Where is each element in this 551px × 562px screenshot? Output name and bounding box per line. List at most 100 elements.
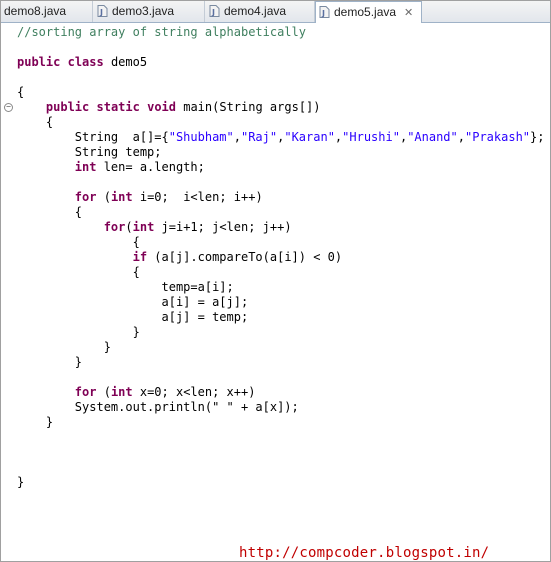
- code-token: {: [17, 85, 25, 99]
- code-keyword: int: [110, 190, 133, 204]
- code-line: a[i] = a[j];: [17, 295, 544, 310]
- tab-label: demo5.java: [334, 5, 397, 19]
- code-token: {: [17, 235, 140, 249]
- code-token: }: [17, 340, 111, 354]
- code-token: ,: [233, 130, 241, 144]
- code-line: String temp;: [17, 145, 544, 160]
- code-token: };: [530, 130, 545, 144]
- code-line: for(int j=i+1; j<len; j++): [17, 220, 544, 235]
- code-string: "Prakash": [465, 130, 531, 144]
- code-keyword: if: [132, 250, 148, 264]
- code-line: public class demo5: [17, 55, 544, 70]
- code-line: }: [17, 340, 544, 355]
- code-line: {: [17, 85, 544, 100]
- code-token: (: [96, 385, 111, 399]
- tab-demo4[interactable]: J demo4.java: [205, 1, 315, 22]
- code-keyword: static: [96, 100, 140, 114]
- code-token: i=0; i<len; i++): [132, 190, 263, 204]
- editor-gutter: −: [1, 23, 15, 561]
- tab-demo3[interactable]: J demo3.java: [93, 1, 205, 22]
- code-token: System.out.println(" " + a[x]);: [17, 400, 299, 414]
- close-icon[interactable]: ✕: [404, 3, 413, 24]
- code-token: }: [17, 355, 83, 369]
- code-keyword: public: [45, 100, 90, 114]
- code-line: {: [17, 205, 544, 220]
- code-string: "Shubham": [168, 130, 234, 144]
- code-token: {: [17, 115, 54, 129]
- code-line: for (int x=0; x<len; x++): [17, 385, 544, 400]
- svg-text:J: J: [99, 8, 103, 17]
- code-token: j=i+1; j<len; j++): [154, 220, 292, 234]
- code-line: public static void main(String args[]): [17, 100, 544, 115]
- code-keyword: void: [147, 100, 176, 114]
- code-line: {: [17, 115, 544, 130]
- code-token: }: [17, 415, 54, 429]
- svg-text:J: J: [211, 8, 215, 17]
- code-token: }: [17, 325, 140, 339]
- code-keyword: public: [17, 55, 61, 69]
- code-keyword: int: [74, 160, 97, 174]
- code-token: (: [125, 220, 133, 234]
- java-file-icon: J: [97, 3, 108, 17]
- code-token: {: [17, 265, 140, 279]
- code-line: {: [17, 265, 544, 280]
- code-string: "Hrushi": [342, 130, 400, 144]
- tab-demo5[interactable]: J demo5.java ✕: [315, 1, 422, 23]
- code-keyword: for: [74, 190, 97, 204]
- code-line: temp=a[i];: [17, 280, 544, 295]
- code-editor[interactable]: − //sorting array of string alphabetical…: [1, 23, 550, 561]
- code-keyword: int: [132, 220, 155, 234]
- java-file-icon: J: [319, 4, 330, 18]
- code-comment: //sorting array of string alphabetically: [17, 25, 306, 39]
- code-token: }: [17, 475, 25, 489]
- code-token: a[i] = a[j];: [17, 295, 249, 309]
- code-token: len= a.length;: [96, 160, 205, 174]
- code-token: String a[]={: [17, 130, 169, 144]
- editor-window: demo8.java J demo3.java J demo4.java J d…: [0, 0, 551, 562]
- code-token: ,: [457, 130, 465, 144]
- tab-label: demo8.java: [4, 4, 67, 18]
- svg-text:J: J: [321, 9, 325, 18]
- code-token: (a[j].compareTo(a[i]) < 0): [147, 250, 343, 264]
- code-string: "Karan": [284, 130, 335, 144]
- code-token: String temp;: [17, 145, 162, 159]
- code-token: demo5: [103, 55, 148, 69]
- code-token: temp=a[i];: [17, 280, 234, 294]
- code-token: {: [17, 205, 83, 219]
- java-file-icon: J: [209, 3, 220, 17]
- tab-demo8[interactable]: demo8.java: [1, 1, 93, 22]
- fold-toggle-icon[interactable]: −: [4, 103, 13, 112]
- code-string: "Raj": [240, 130, 278, 144]
- code-text[interactable]: //sorting array of string alphabetically…: [17, 25, 544, 490]
- watermark-url: http://compcoder.blogspot.in/: [239, 545, 490, 561]
- code-keyword: int: [110, 385, 133, 399]
- code-token: x=0; x<len; x++): [132, 385, 256, 399]
- code-token: (: [96, 190, 111, 204]
- code-line: int len= a.length;: [17, 160, 544, 175]
- code-line: System.out.println(" " + a[x]);: [17, 400, 544, 415]
- code-line: }: [17, 415, 544, 430]
- code-keyword: class: [67, 55, 104, 69]
- code-line: //sorting array of string alphabetically: [17, 25, 544, 40]
- code-line: }: [17, 355, 544, 370]
- tab-label: demo4.java: [224, 4, 287, 18]
- code-keyword: for: [74, 385, 97, 399]
- code-string: "Anand": [407, 130, 458, 144]
- code-line: String a[]={"Shubham","Raj","Karan","Hru…: [17, 130, 545, 145]
- code-line: }: [17, 475, 544, 490]
